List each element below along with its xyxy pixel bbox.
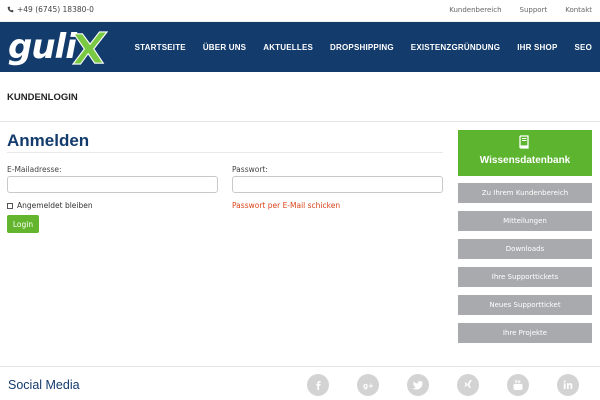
nav-aktuelles[interactable]: AKTUELLES — [263, 43, 313, 52]
top-link-kundenbereich[interactable]: Kundenbereich — [449, 6, 501, 14]
email-field[interactable] — [7, 176, 218, 193]
xing-icon[interactable] — [457, 374, 479, 396]
remember-checkbox[interactable] — [7, 202, 13, 209]
knowledge-base-label: Wissensdatenbank — [479, 155, 571, 166]
logo-wordmark: guli — [8, 27, 77, 67]
sidebar-item-mitteilungen[interactable]: Mitteilungen — [458, 211, 592, 231]
page-title-bar: KUNDENLOGIN — [0, 72, 600, 122]
book-icon — [519, 135, 529, 149]
youtube-icon[interactable] — [507, 374, 529, 396]
nav-ihr-shop[interactable]: IHR SHOP — [517, 43, 557, 52]
login-heading: Anmelden — [7, 131, 90, 150]
sidebar-item-projekte[interactable]: Ihre Projekte — [458, 323, 592, 343]
facebook-icon[interactable] — [307, 374, 329, 396]
sidebar-item-supporttickets[interactable]: Ihre Supporttickets — [458, 267, 592, 287]
password-label: Passwort: — [232, 165, 268, 174]
site-header: guli STARTSEITE ÜBER UNS AKTUELLES DROPS… — [0, 22, 600, 72]
sidebar-item-kundenbereich[interactable]: Zu Ihrem Kundenbereich — [458, 183, 592, 203]
top-link-kontakt[interactable]: Kontakt — [565, 6, 592, 14]
top-utility-bar: +49 (6745) 18380-0 Kundenbereich Support… — [0, 0, 600, 22]
knowledge-base-button[interactable]: Wissensdatenbank — [458, 130, 592, 176]
phone-icon — [7, 6, 14, 13]
sidebar-item-neues-supportticket[interactable]: Neues Supportticket — [458, 295, 592, 315]
heading-divider — [7, 152, 443, 153]
nav-seo[interactable]: SEO — [575, 43, 593, 52]
nav-startseite[interactable]: STARTSEITE — [135, 43, 186, 52]
gulix-logo[interactable]: guli — [8, 26, 109, 68]
logo-x-mark — [71, 31, 109, 65]
page-title: KUNDENLOGIN — [7, 92, 78, 103]
nav-ueber-uns[interactable]: ÜBER UNS — [203, 43, 246, 52]
google-plus-icon[interactable]: g+ — [357, 374, 379, 396]
main-nav: STARTSEITE ÜBER UNS AKTUELLES DROPSHIPPI… — [135, 22, 592, 72]
sidebar-item-downloads[interactable]: Downloads — [458, 239, 592, 259]
forgot-password-link[interactable]: Passwort per E-Mail schicken — [232, 201, 340, 210]
password-field[interactable] — [232, 176, 443, 193]
email-label: E-Mailadresse: — [7, 165, 62, 174]
remember-me[interactable]: Angemeldet bleiben — [7, 201, 93, 210]
nav-dropshipping[interactable]: DROPSHIPPING — [330, 43, 394, 52]
nav-existenzgruendung[interactable]: EXISTENZGRÜNDUNG — [411, 43, 500, 52]
top-link-support[interactable]: Support — [520, 6, 548, 14]
top-links: Kundenbereich Support Kontakt — [449, 6, 592, 14]
linkedin-icon[interactable] — [557, 374, 579, 396]
twitter-icon[interactable] — [407, 374, 429, 396]
login-button[interactable]: Login — [7, 215, 39, 233]
svg-text:g+: g+ — [363, 382, 374, 390]
social-footer: Social Media g+ — [0, 366, 600, 400]
remember-label: Angemeldet bleiben — [17, 201, 93, 210]
phone-text: +49 (6745) 18380-0 — [17, 5, 94, 14]
social-media-title: Social Media — [8, 378, 80, 392]
phone-number: +49 (6745) 18380-0 — [7, 5, 94, 14]
